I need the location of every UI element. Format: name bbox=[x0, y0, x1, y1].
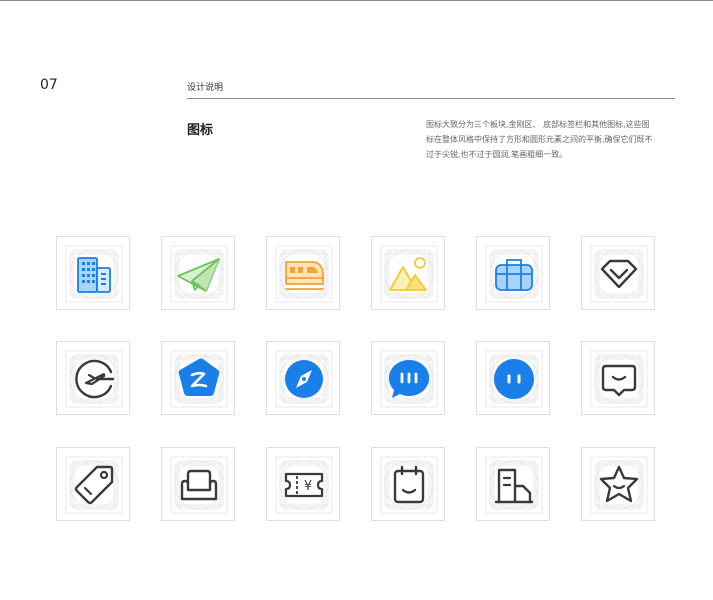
face-circle-icon bbox=[485, 350, 543, 408]
guide-line bbox=[65, 456, 123, 514]
description-line: 标在整体风格中保持了方形和圆形元素之间的平衡,确保它们既不 bbox=[426, 135, 653, 144]
calendar-smile-icon bbox=[380, 456, 438, 514]
icon-tile bbox=[56, 236, 130, 310]
pentagon-z-icon bbox=[170, 350, 228, 408]
ticket-yen-icon: ¥ bbox=[275, 456, 333, 514]
guide-line bbox=[594, 464, 644, 506]
section-divider bbox=[187, 98, 675, 99]
icon-tile bbox=[581, 447, 655, 521]
icon-guide-grid bbox=[170, 456, 228, 514]
suitcase-icon bbox=[485, 245, 543, 303]
compass-icon bbox=[275, 350, 333, 408]
star-smile-icon bbox=[590, 456, 648, 514]
message-face-icon bbox=[590, 350, 648, 408]
section-title: 设计说明 bbox=[187, 83, 224, 93]
top-border-line bbox=[0, 0, 713, 1]
icon-tile bbox=[476, 236, 550, 310]
icon-tile: ¥ bbox=[266, 447, 340, 521]
icon-tile bbox=[56, 447, 130, 521]
guide-line bbox=[178, 460, 220, 510]
description-line: 过于尖锐,也不过于圆润,笔画粗细一致。 bbox=[426, 150, 568, 159]
page-heading: 图标 bbox=[187, 123, 214, 138]
icon-guide-grid bbox=[590, 456, 648, 514]
guide-line bbox=[380, 456, 438, 514]
diamond-badge-icon bbox=[590, 245, 648, 303]
guide-line bbox=[590, 245, 648, 303]
sofa-icon bbox=[170, 456, 228, 514]
icon-tile bbox=[56, 341, 130, 415]
paper-plane-icon bbox=[170, 245, 228, 303]
icon-guide-grid bbox=[380, 456, 438, 514]
guide-line bbox=[170, 456, 228, 514]
icon-tile bbox=[266, 236, 340, 310]
icon-tile bbox=[161, 236, 235, 310]
guide-line bbox=[594, 249, 644, 299]
description-line: 图标大致分为三个板块,金刚区、 底部标签栏和其他图标,这些图 bbox=[426, 120, 650, 129]
guide-line bbox=[176, 462, 222, 508]
mountain-sun-icon bbox=[380, 245, 438, 303]
icon-tile bbox=[476, 341, 550, 415]
guide-line bbox=[386, 462, 432, 508]
description-paragraph: 图标大致分为三个板块,金刚区、 底部标签栏和其他图标,这些图 标在整体风格中保持… bbox=[426, 117, 678, 162]
icon-guide-grid bbox=[590, 245, 648, 303]
icon-tile bbox=[371, 447, 445, 521]
icon-guide-grid bbox=[380, 245, 438, 303]
icon-tile bbox=[581, 341, 655, 415]
icon-tile bbox=[161, 447, 235, 521]
flight-circle-icon bbox=[65, 350, 123, 408]
yen-symbol: ¥ bbox=[304, 479, 312, 494]
icon-tile bbox=[581, 236, 655, 310]
hotel-building-icon bbox=[65, 245, 123, 303]
guide-line bbox=[596, 251, 642, 297]
icon-tile bbox=[476, 447, 550, 521]
train-icon bbox=[275, 245, 333, 303]
office-building-icon bbox=[485, 456, 543, 514]
chat-bubble-icon bbox=[380, 350, 438, 408]
icon-tile bbox=[161, 341, 235, 415]
page-number: 07 bbox=[40, 77, 58, 93]
icon-guide-grid bbox=[65, 456, 123, 514]
icon-tile bbox=[371, 341, 445, 415]
icon-tile bbox=[371, 236, 445, 310]
guide-line bbox=[590, 456, 648, 514]
guide-line bbox=[380, 245, 438, 303]
guide-line bbox=[598, 249, 640, 299]
price-tag-icon bbox=[65, 456, 123, 514]
icon-tile bbox=[266, 341, 340, 415]
